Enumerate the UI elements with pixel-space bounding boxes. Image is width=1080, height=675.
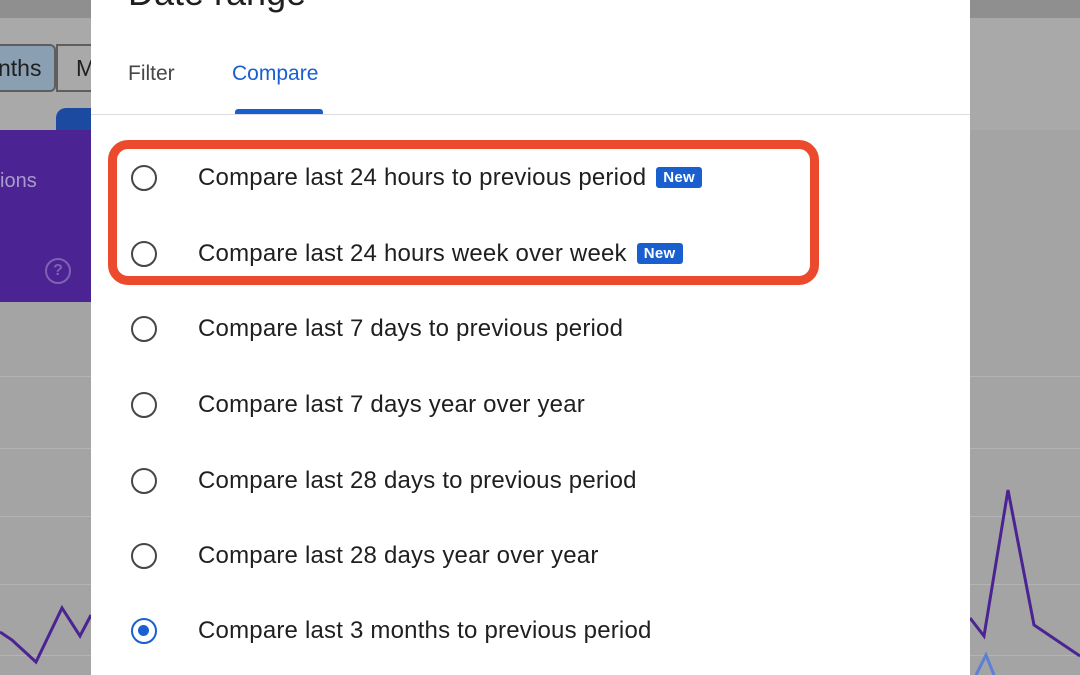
radio-button[interactable] (131, 316, 157, 342)
chart-series-line-secondary (974, 651, 996, 675)
option-label: Compare last 24 hours to previous period… (198, 164, 702, 192)
compare-option-3m-previous[interactable]: Compare last 3 months to previous period (91, 603, 970, 663)
chart-series-line (968, 489, 1080, 658)
radio-button[interactable] (131, 165, 157, 191)
compare-option-7d-year-over-year[interactable]: Compare last 7 days year over year (91, 377, 970, 437)
option-label: Compare last 7 days to previous period (198, 315, 624, 342)
compare-option-24h-week-over-week[interactable]: Compare last 24 hours week over week New (91, 226, 970, 286)
tab-divider (91, 114, 970, 115)
option-label: Compare last 3 months to previous period (198, 617, 652, 644)
dialog-title: Date range (128, 0, 306, 14)
new-badge: New (636, 243, 683, 264)
radio-button[interactable] (131, 468, 157, 494)
compare-option-28d-previous[interactable]: Compare last 28 days to previous period (91, 453, 970, 513)
option-label: Compare last 7 days year over year (198, 391, 585, 418)
tab-filter[interactable]: Filter (128, 62, 175, 86)
radio-button[interactable] (131, 543, 157, 569)
compare-option-7d-previous[interactable]: Compare last 7 days to previous period (91, 301, 970, 361)
option-label: Compare last 28 days to previous period (198, 467, 637, 494)
date-range-dialog: Date range Filter Compare Compare last 2… (91, 0, 970, 675)
radio-button[interactable] (131, 241, 157, 267)
option-label: Compare last 24 hours week over week New (198, 240, 683, 268)
compare-option-28d-year-over-year[interactable]: Compare last 28 days year over year (91, 528, 970, 588)
chart-series-line (0, 604, 93, 665)
tab-compare[interactable]: Compare (232, 62, 318, 86)
option-text: Compare last 24 hours to previous period (198, 164, 647, 191)
radio-button-selected[interactable] (131, 618, 157, 644)
new-badge: New (656, 167, 702, 188)
compare-option-24h-previous[interactable]: Compare last 24 hours to previous period… (91, 150, 970, 210)
option-text: Compare last 24 hours week over week (198, 240, 627, 267)
radio-button[interactable] (131, 392, 157, 418)
option-label: Compare last 28 days year over year (198, 542, 599, 569)
